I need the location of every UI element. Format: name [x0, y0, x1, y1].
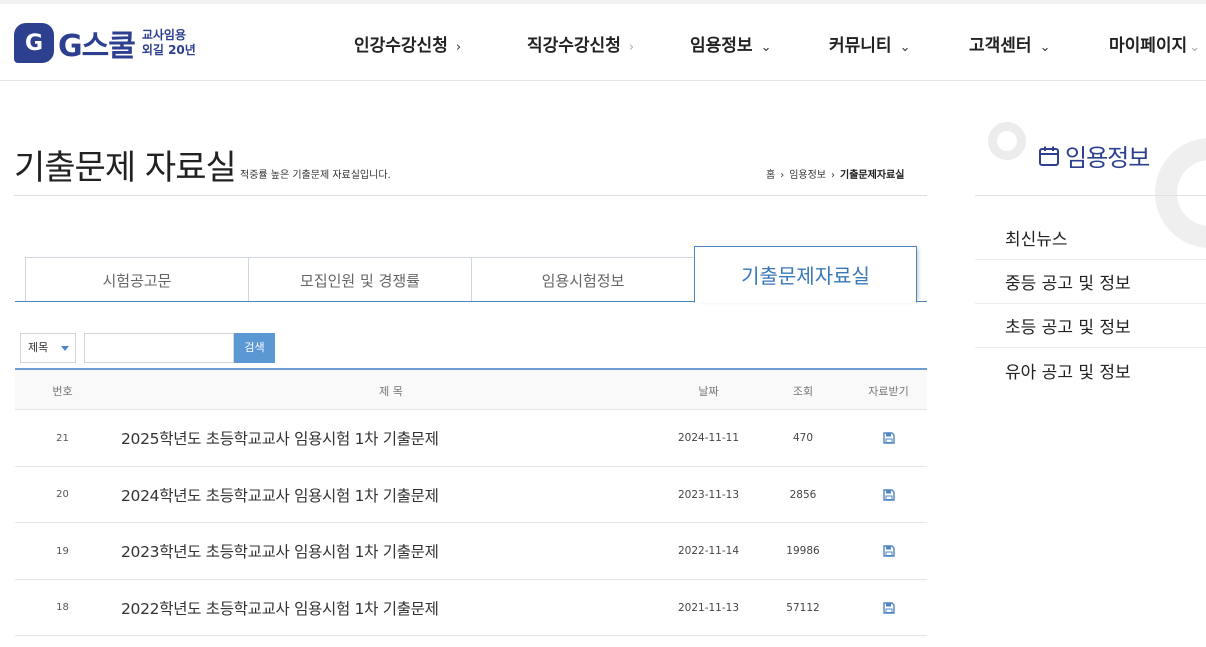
- table-header: 번호 제 목 날짜 조회 자료받기: [15, 368, 927, 410]
- tab-past-exams[interactable]: 기출문제자료실: [694, 246, 917, 303]
- row-date: 2022-11-14: [665, 523, 752, 579]
- nav-label: 임용정보: [690, 36, 753, 56]
- table-row: 18 2022학년도 초등학교교사 임용시험 1차 기출문제 2021-11-1…: [15, 580, 927, 637]
- tab-exam-notice[interactable]: 시험공고문: [25, 257, 249, 302]
- col-header-download: 자료받기: [850, 383, 927, 399]
- chevron-right-icon: ›: [629, 40, 634, 55]
- row-date: 2021-11-13: [665, 580, 752, 636]
- exam-table: 번호 제 목 날짜 조회 자료받기 21 2025학년도 초등학교교사 임용시험…: [15, 368, 927, 636]
- row-views: 19986: [763, 523, 843, 579]
- col-header-title: 제 목: [121, 383, 661, 399]
- breadcrumb-exam-info[interactable]: 임용정보: [789, 170, 826, 181]
- sidebar-item-kindergarten[interactable]: 유아 공고 및 정보: [975, 348, 1206, 392]
- chevron-right-icon: ›: [780, 170, 784, 181]
- nav-label: 커뮤니티: [829, 36, 892, 56]
- row-number: 18: [15, 580, 110, 636]
- calendar-icon: [1038, 145, 1060, 167]
- page-description: 적중률 높은 기출문제 자료실입니다.: [240, 166, 391, 181]
- breadcrumb-home[interactable]: 홈: [766, 170, 775, 181]
- chevron-down-icon: ⌄: [1189, 40, 1200, 55]
- download-button[interactable]: [850, 523, 927, 579]
- sidebar-item-elementary[interactable]: 초등 공고 및 정보: [975, 304, 1206, 348]
- search-input[interactable]: [84, 333, 234, 363]
- col-header-number: 번호: [15, 383, 110, 399]
- breadcrumb-current: 기출문제자료실: [840, 170, 904, 181]
- nav-item-exam-info[interactable]: 임용정보 ⌄: [690, 31, 771, 56]
- nav-item-my-page[interactable]: 마이페이지⌄: [1109, 31, 1200, 56]
- sidebar-title: 임용정보: [1038, 138, 1149, 173]
- decorative-circle: [988, 122, 1026, 160]
- table-row: 20 2024학년도 초등학교교사 임용시험 1차 기출문제 2023-11-1…: [15, 467, 927, 524]
- site-header: G G스쿨 교사임용 외길 20년 인강수강신청› 직강수강신청› 임용정보⌄ …: [0, 4, 1206, 81]
- row-views: 2856: [763, 467, 843, 523]
- tab-recruitment-ratio[interactable]: 모집인원 및 경쟁률: [248, 257, 472, 302]
- chevron-down-icon: ⌄: [900, 40, 911, 55]
- col-header-views: 조회: [763, 383, 843, 399]
- nav-label: 인강수강신청: [354, 36, 448, 56]
- search-field-select[interactable]: 제목: [20, 333, 76, 363]
- chevron-right-icon: ›: [831, 170, 835, 181]
- sidebar-item-secondary[interactable]: 중등 공고 및 정보: [975, 260, 1206, 304]
- search-select-value: 제목: [28, 341, 48, 354]
- nav-item-online-course[interactable]: 인강수강신청 ›: [354, 31, 461, 56]
- row-title-link[interactable]: 2023학년도 초등학교교사 임용시험 1차 기출문제: [121, 523, 661, 579]
- sidebar-title-label: 임용정보: [1065, 138, 1149, 173]
- col-header-date: 날짜: [665, 383, 752, 399]
- table-row: 21 2025학년도 초등학교교사 임용시험 1차 기출문제 2024-11-1…: [15, 410, 927, 467]
- nav-label: 직강수강신청: [527, 36, 621, 56]
- sidebar-divider: [975, 195, 1206, 196]
- title-divider: [14, 195, 927, 196]
- search-button[interactable]: 검색: [234, 333, 275, 363]
- sidebar-item-latest-news[interactable]: 최신뉴스: [975, 216, 1206, 260]
- nav-label: 마이페이지: [1109, 36, 1187, 56]
- row-number: 19: [15, 523, 110, 579]
- nav-label: 고객센터: [969, 36, 1032, 56]
- save-icon: [883, 602, 895, 614]
- table-row: 19 2023학년도 초등학교교사 임용시험 1차 기출문제 2022-11-1…: [15, 523, 927, 580]
- sidebar-menu: 최신뉴스 중등 공고 및 정보 초등 공고 및 정보 유아 공고 및 정보: [975, 216, 1206, 392]
- breadcrumb: 홈 › 임용정보 › 기출문제자료실: [766, 166, 904, 181]
- main-nav: 인강수강신청› 직강수강신청› 임용정보⌄ 커뮤니티⌄ 고객센터⌄ 마이페이지⌄: [0, 4, 1206, 81]
- row-number: 20: [15, 467, 110, 523]
- chevron-down-icon: ⌄: [761, 40, 772, 55]
- row-title-link[interactable]: 2022학년도 초등학교교사 임용시험 1차 기출문제: [121, 580, 661, 636]
- download-button[interactable]: [850, 410, 927, 466]
- save-icon: [883, 545, 895, 557]
- chevron-right-icon: ›: [456, 40, 461, 55]
- tab-exam-info[interactable]: 임용시험정보: [471, 257, 695, 302]
- nav-item-offline-course[interactable]: 직강수강신청 ›: [527, 31, 634, 56]
- chevron-down-icon: ⌄: [1040, 40, 1051, 55]
- row-views: 470: [763, 410, 843, 466]
- row-date: 2024-11-11: [665, 410, 752, 466]
- nav-item-customer-center[interactable]: 고객센터 ⌄: [969, 31, 1050, 56]
- row-views: 57112: [763, 580, 843, 636]
- row-title-link[interactable]: 2025학년도 초등학교교사 임용시험 1차 기출문제: [121, 410, 661, 466]
- nav-item-community[interactable]: 커뮤니티 ⌄: [829, 31, 910, 56]
- save-icon: [883, 489, 895, 501]
- row-number: 21: [15, 410, 110, 466]
- tab-bar: 시험공고문 모집인원 및 경쟁률 임용시험정보 기출문제자료실: [15, 246, 927, 303]
- page-title: 기출문제 자료실: [14, 140, 236, 189]
- save-icon: [883, 432, 895, 444]
- caret-down-icon: [61, 346, 69, 351]
- download-button[interactable]: [850, 467, 927, 523]
- download-button[interactable]: [850, 580, 927, 636]
- row-date: 2023-11-13: [665, 467, 752, 523]
- row-title-link[interactable]: 2024학년도 초등학교교사 임용시험 1차 기출문제: [121, 467, 661, 523]
